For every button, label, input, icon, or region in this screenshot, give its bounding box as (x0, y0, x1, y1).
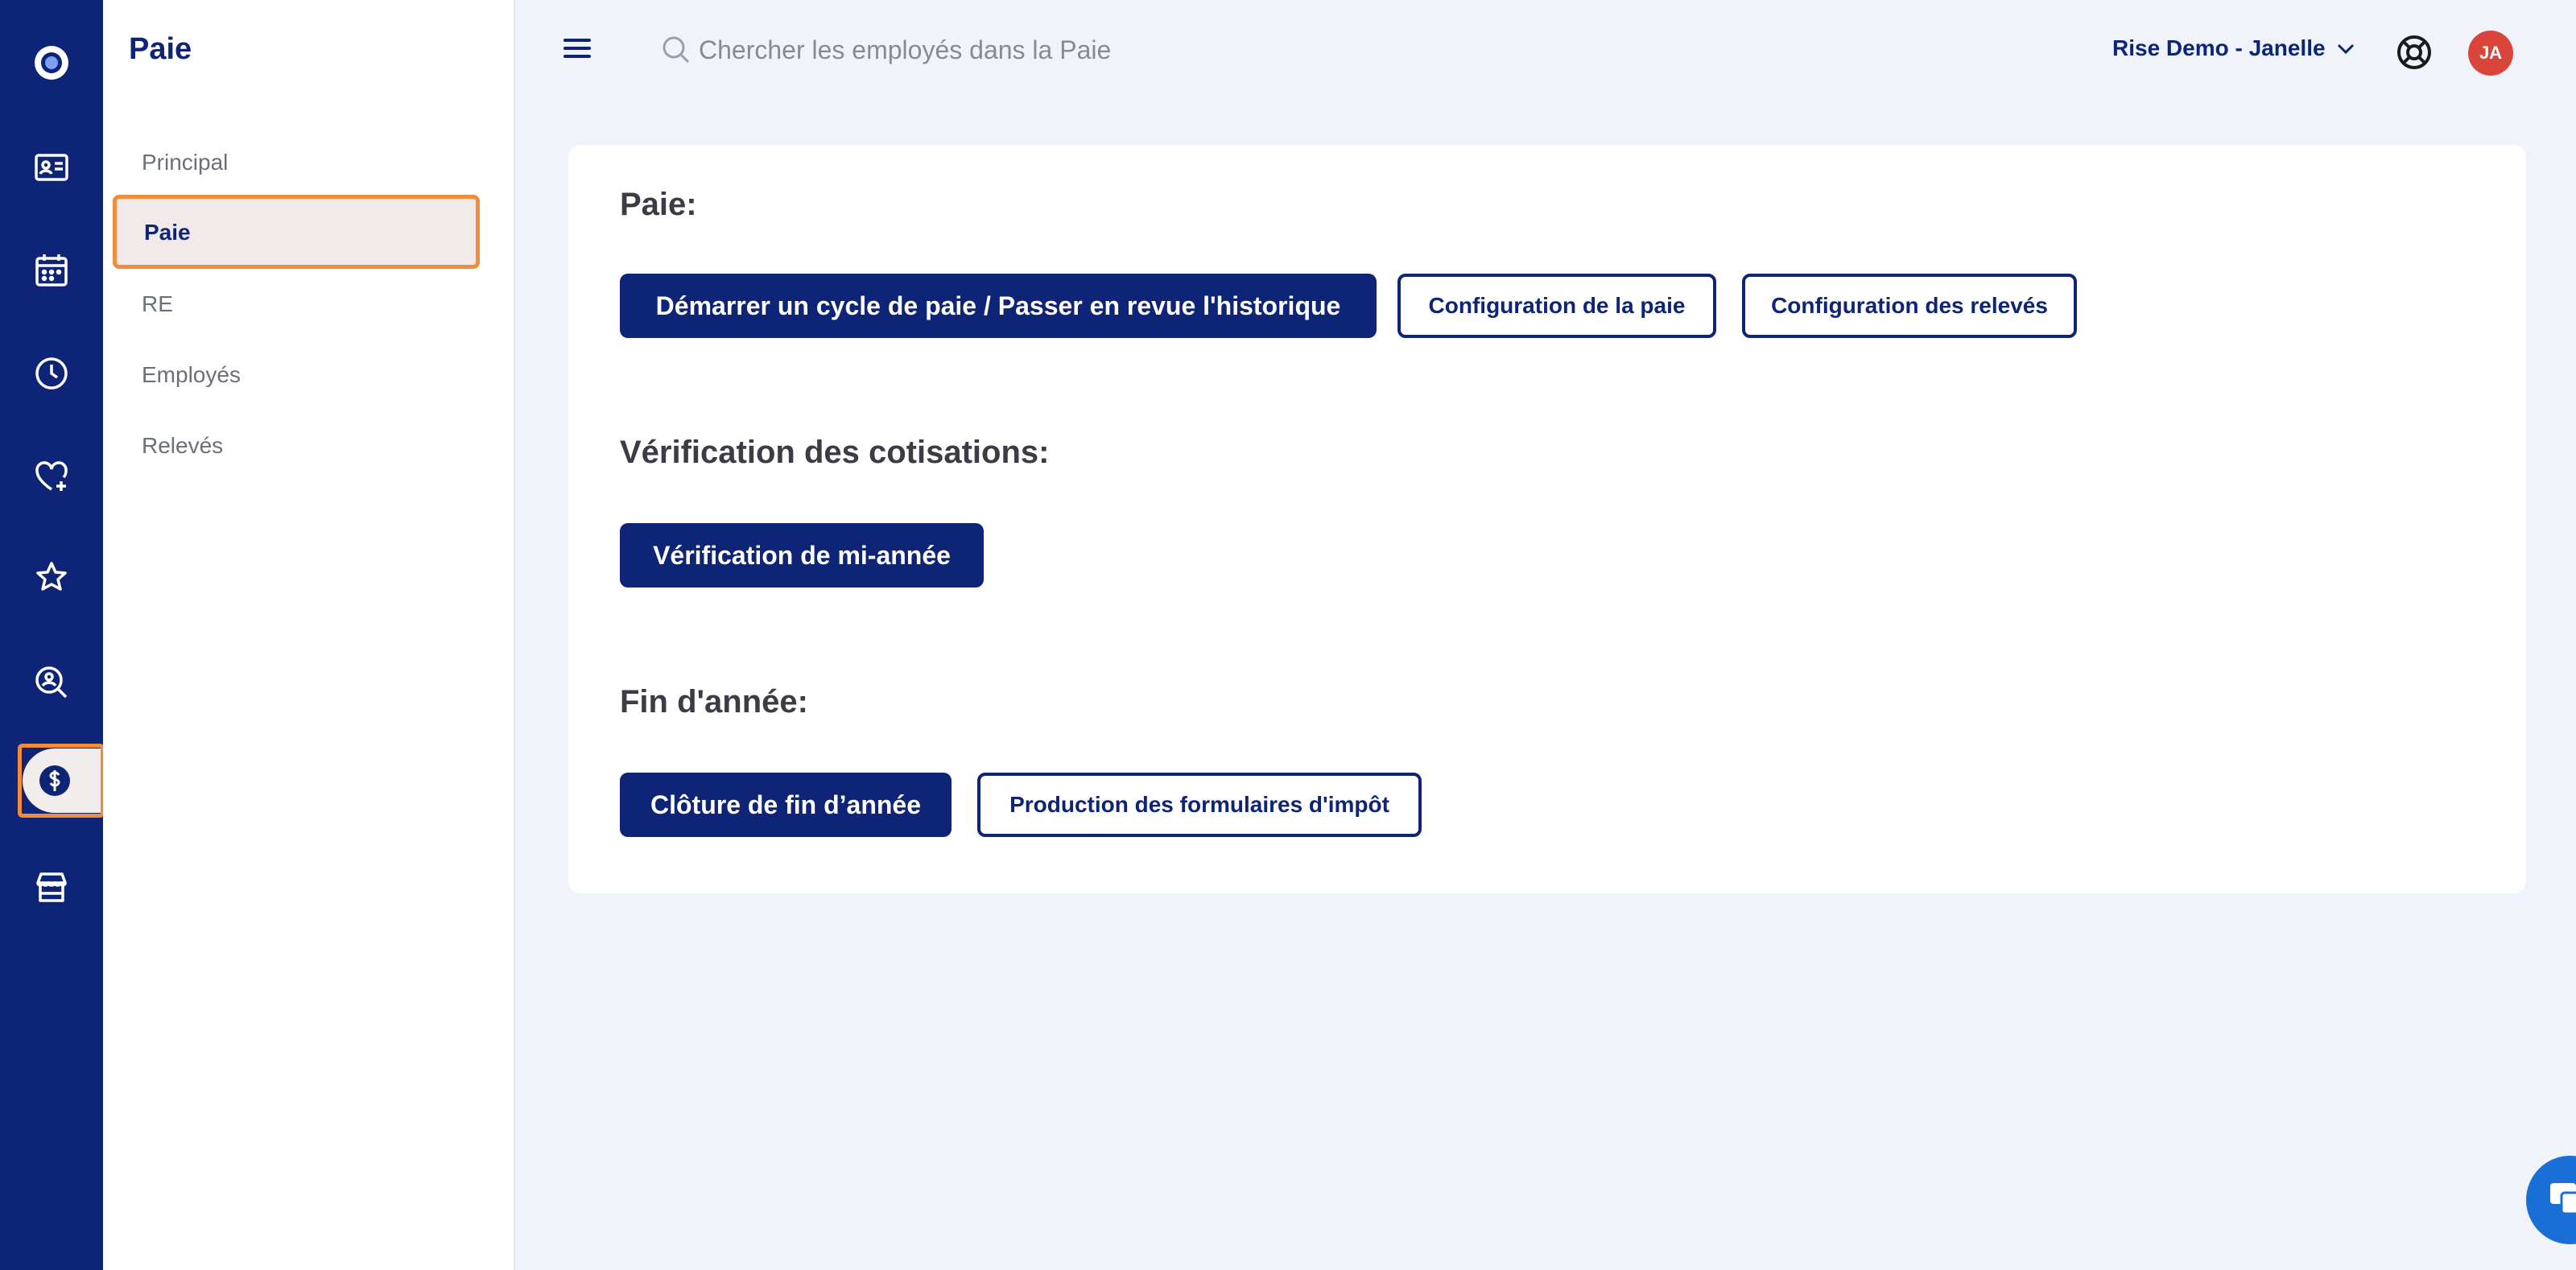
section-title-contributions: Vérification des cotisations: (620, 435, 1050, 470)
sidebar-item-label: Paie (144, 220, 191, 245)
rail-calendar-icon[interactable] (0, 232, 103, 309)
avatar[interactable]: JA (2468, 31, 2513, 76)
sidebar-item-paie[interactable]: Paie (113, 195, 480, 269)
sidebar-item-principal[interactable]: Principal (142, 150, 228, 175)
sidebar-item-re[interactable]: RE (142, 291, 173, 317)
payroll-card: Paie: Démarrer un cycle de paie / Passer… (568, 145, 2526, 893)
search-icon (663, 36, 690, 64)
help-lifebuoy-icon[interactable] (2396, 34, 2433, 71)
menu-toggle-icon[interactable] (564, 39, 591, 60)
year-end-closing-button[interactable]: Clôture de fin d’année (620, 773, 952, 837)
chevron-down-icon (2337, 43, 2354, 55)
chat-launcher[interactable] (2526, 1156, 2576, 1244)
statements-configuration-button[interactable]: Configuration des relevés (1742, 274, 2077, 338)
account-name: Rise Demo - Janelle (2112, 35, 2326, 60)
section-sidebar: Paie Principal Paie RE Employés Relevés (103, 0, 515, 1270)
rail-store-icon[interactable] (0, 848, 103, 926)
rail-clock-icon[interactable] (0, 335, 103, 412)
rail-star-icon[interactable] (0, 539, 103, 616)
account-switcher[interactable]: Rise Demo - Janelle (2112, 35, 2356, 61)
sidebar-item-employes[interactable]: Employés (142, 362, 241, 388)
section-title-year-end: Fin d'année: (620, 684, 808, 720)
app-rail (0, 0, 105, 1270)
rail-dollar-icon[interactable] (16, 742, 93, 819)
rail-search-person-icon[interactable] (0, 644, 103, 721)
start-payroll-cycle-button[interactable]: Démarrer un cycle de paie / Passer en re… (620, 274, 1377, 338)
rail-heart-plus-icon[interactable] (0, 438, 103, 515)
app-logo-icon[interactable] (0, 24, 103, 101)
section-title-payroll: Paie: (620, 187, 697, 222)
search-input[interactable] (697, 34, 1280, 66)
search-bar (660, 34, 1280, 66)
chat-icon (2550, 1183, 2576, 1215)
payroll-configuration-button[interactable]: Configuration de la paie (1397, 274, 1716, 338)
tax-forms-button[interactable]: Production des formulaires d'impôt (977, 773, 1422, 837)
rail-employee-card-icon[interactable] (0, 129, 103, 206)
sidebar-title: Paie (129, 32, 192, 66)
midyear-verification-button[interactable]: Vérification de mi-année (620, 523, 984, 588)
sidebar-item-releves[interactable]: Relevés (142, 433, 223, 459)
